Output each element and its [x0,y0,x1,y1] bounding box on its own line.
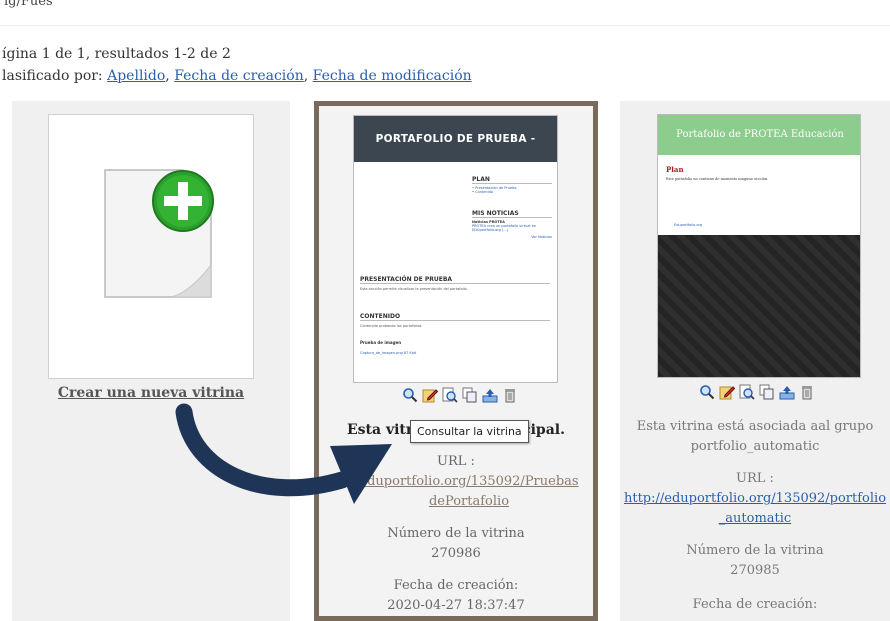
sort-by-creation-date-link[interactable]: Fecha de creación [174,68,304,84]
thumb-news-more: Ver Noticias [531,235,552,239]
showcase-number-label: Número de la vitrina [686,543,824,558]
showcase-number: 270985 [730,563,780,578]
view-icon[interactable] [699,384,715,400]
creation-date-label: Fecha de creación: [692,597,818,612]
showcase-card-automatic: Portafolio de PROTEA Educación Plan Este… [620,101,890,621]
thumb-section-heading: PRESENTACIÓN DE PRUEBA [360,276,550,284]
creation-date-label: Fecha de creación: [393,578,519,593]
thumb-plan-heading: PLAN [472,176,552,184]
tooltip: Consultar la vitrina [410,420,529,443]
create-showcase-link[interactable]: Crear una nueva vitrina [12,385,290,401]
url-label: URL : [736,471,774,486]
thumb-news-text: PROTEA crea un portafolio virtual en EDU… [472,224,536,232]
delete-icon[interactable] [799,384,815,400]
share-icon[interactable] [482,387,498,403]
copy-icon[interactable] [462,387,478,403]
sort-by-modification-date-link[interactable]: Fecha de modificación [313,68,472,84]
sort-by-lastname-link[interactable]: Apellido [107,68,165,84]
thumb-section-text: Esta sección permite visualizar la prese… [360,287,468,291]
thumb-plan-heading: Plan [666,165,684,174]
share-icon[interactable] [779,384,795,400]
showcase-thumbnail-automatic[interactable]: Portafolio de PROTEA Educación Plan Este… [657,114,861,378]
thumb-section-heading: CONTENIDO [360,313,550,321]
showcase-card-main: PORTAFOLIO DE PRUEBA - PROTEA PLAN • Pre… [314,101,598,621]
url-link-automatic: http://eduportfolio.org/135092/portfolio… [623,491,887,526]
sort-bar: lasificado por: Apellido, Fecha de creac… [2,68,472,84]
showcase-number-label: Número de la vitrina [387,526,525,541]
thumb-section-text: Contenido probando los portafolios [360,324,422,328]
edit-icon[interactable] [719,384,735,400]
showcase-thumbnail-main[interactable]: PORTAFOLIO DE PRUEBA - PROTEA PLAN • Pre… [353,115,558,383]
delete-icon[interactable] [502,387,518,403]
thumbnail-banner: PORTAFOLIO DE PRUEBA - PROTEA [354,116,557,191]
edit-icon[interactable] [422,387,438,403]
thumb-section-text: Captura_de_imagen.png 87 Kbit [360,351,417,355]
thumb-footer: Eduportfolio.org [674,223,703,227]
sort-label: lasificado por: [2,68,103,84]
annotation-arrow-icon [175,403,392,504]
new-showcase-card: Crear una nueva vitrina [12,101,290,621]
showcase-heading-automatic: Esta vitrina está asociada aal grupo por… [636,419,874,454]
new-document-icon [104,169,214,298]
thumb-plan-item: • Contenido [472,190,494,194]
creation-date: 2020-04-27 18:37:47 [387,598,525,613]
top-strip: ıg/Fues [0,0,890,26]
thumbnail-banner: Portafolio de PROTEA Educación [658,115,860,155]
showcase-toolbar [699,384,815,400]
new-showcase-thumbnail[interactable] [48,114,254,379]
thumb-section-heading: Prueba de imagen [360,340,402,345]
preview-icon[interactable] [442,387,458,403]
thumb-news-heading: MIS NOTICIAS [472,210,552,218]
thumb-plan-text: Este portafolio no contiene de momento n… [666,177,769,181]
preview-icon[interactable] [739,384,755,400]
showcase-toolbar [402,387,518,403]
top-strip-text: ıg/Fues [4,0,53,9]
copy-icon[interactable] [759,384,775,400]
pagination-info: ígina 1 de 1, resultados 1-2 de 2 [2,46,231,62]
showcase-number: 270986 [431,546,481,561]
